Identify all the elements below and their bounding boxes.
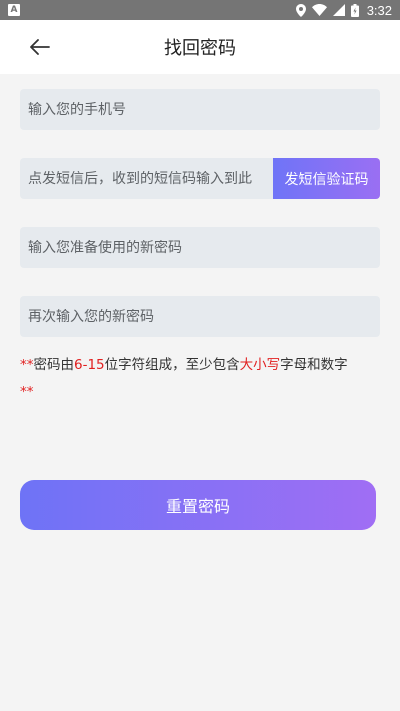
app-header: 找回密码 [0,20,400,74]
new-password-field[interactable] [20,227,380,268]
status-bar: A 3:32 [0,0,400,20]
hint-case-text: 大小写 [239,357,281,373]
page-title: 找回密码 [164,38,236,59]
status-time: 3:32 [366,2,392,18]
phone-input[interactable] [28,101,372,118]
hint-part2: 位字符组成，至少包含 [104,357,240,373]
password-rule-hint: **密码由6-15位字符组成，至少包含大小写字母和数字 ** [20,352,382,406]
status-right: 3:32 [295,2,392,18]
sms-code-field[interactable] [20,158,273,199]
hint-part1: 密码由 [33,357,75,373]
back-button[interactable] [26,33,54,61]
hint-prefix-marker: ** [20,357,34,373]
confirm-password-field[interactable] [20,296,380,337]
battery-icon [350,3,359,17]
reset-password-button[interactable]: 重置密码 [20,480,376,530]
app-notification-icon: A [8,4,20,16]
hint-part3: 字母和数字 [280,357,348,373]
signal-icon [332,4,345,16]
phone-field[interactable] [20,89,380,130]
wifi-icon [311,4,327,16]
location-icon [295,3,306,17]
sms-code-input[interactable] [28,170,265,187]
hint-suffix-marker: ** [20,384,34,400]
hint-length-range: 6-15 [74,357,105,373]
status-left: A [8,4,20,16]
new-password-input[interactable] [28,239,372,256]
sms-code-row: 发短信验证码 [20,158,380,199]
back-arrow-icon [30,39,50,55]
confirm-password-input[interactable] [28,308,372,325]
send-sms-code-button[interactable]: 发短信验证码 [273,158,380,199]
